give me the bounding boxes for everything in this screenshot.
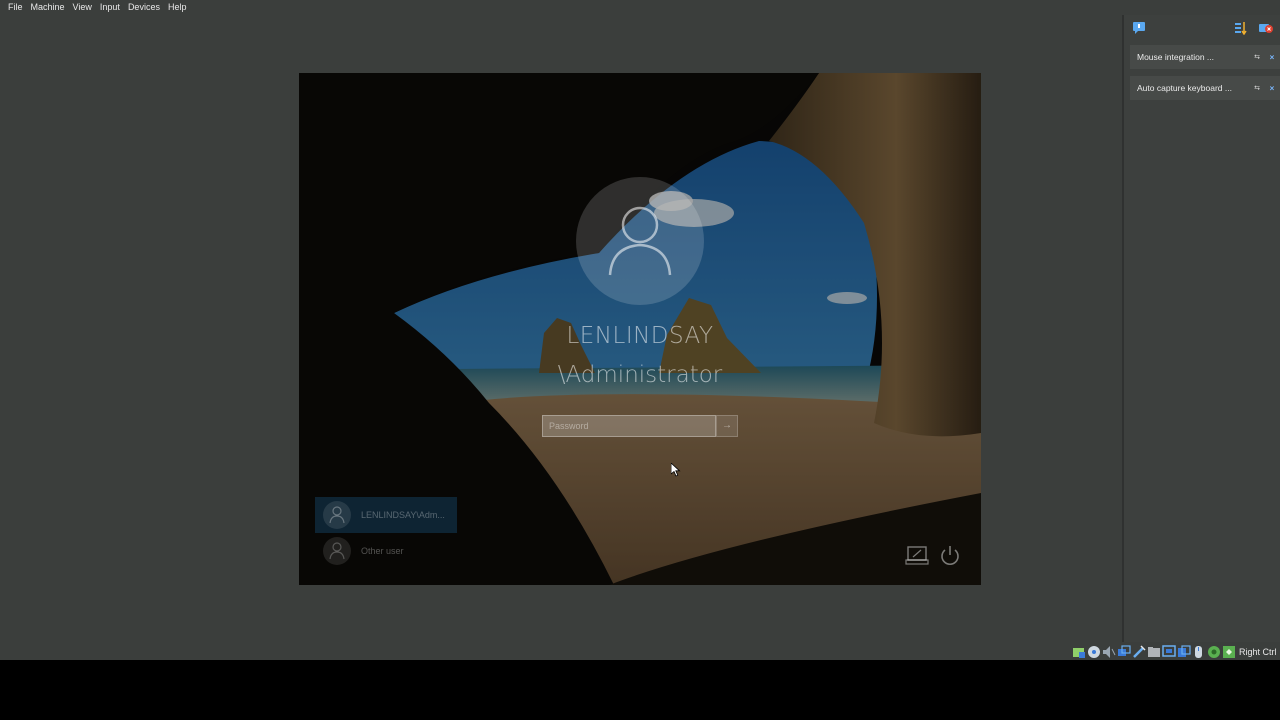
guest-display[interactable]: LENLINDSAY \Administrator Password → LEN…: [299, 73, 981, 585]
login-account: \Administrator: [557, 362, 723, 388]
notification-mouse-integration[interactable]: Mouse integration ... ⇆ ×: [1130, 45, 1280, 69]
menu-bar: File Machine View Input Devices Help: [0, 0, 1122, 15]
notification-text: Mouse integration ...: [1137, 52, 1215, 62]
password-input[interactable]: Password: [542, 415, 716, 437]
menu-view[interactable]: View: [69, 0, 96, 15]
notification-auto-capture-keyboard[interactable]: Auto capture keyboard ... ⇆ ×: [1130, 76, 1280, 100]
clear-all-icon[interactable]: [1258, 21, 1274, 35]
sort-icon[interactable]: [1234, 21, 1248, 35]
notification-close-button[interactable]: ×: [1264, 84, 1280, 93]
shared-folders-icon[interactable]: [1147, 645, 1161, 659]
menu-input[interactable]: Input: [96, 0, 124, 15]
recording-icon[interactable]: [1177, 645, 1191, 659]
user-tile-other-user[interactable]: Other user: [315, 533, 457, 569]
usb-icon[interactable]: [1132, 645, 1146, 659]
login-username: LENLINDSAY: [566, 323, 714, 349]
keyboard-capture-icon[interactable]: [1222, 645, 1236, 659]
host-key-label: Right Ctrl: [1239, 647, 1277, 657]
user-avatar-icon: [576, 177, 704, 305]
display-icon[interactable]: [1162, 645, 1176, 659]
audio-icon[interactable]: [1102, 645, 1116, 659]
notification-pin-icon[interactable]: ⇆: [1250, 84, 1264, 92]
notification-panel: Mouse integration ... ⇆ × Auto capture k…: [1122, 15, 1280, 642]
mouse-cursor-icon: [671, 463, 681, 477]
virtual-machine-window: File Machine View Input Devices Help LEN…: [0, 0, 1280, 660]
user-tile-administrator[interactable]: LENLINDSAY\Adm...: [315, 497, 457, 533]
power-icon[interactable]: [939, 545, 961, 567]
submit-arrow-button[interactable]: →: [716, 415, 738, 437]
user-tile-avatar-icon: [323, 537, 351, 565]
message-icon[interactable]: [1132, 21, 1146, 35]
user-tile-label: Other user: [361, 546, 404, 556]
notification-close-button[interactable]: ×: [1264, 53, 1280, 62]
notification-text: Auto capture keyboard ...: [1137, 83, 1232, 93]
network-adapter-icon[interactable]: [1117, 645, 1131, 659]
mouse-integration-icon[interactable]: [1192, 645, 1206, 659]
network-icon[interactable]: [905, 545, 929, 567]
user-tile-label: LENLINDSAY\Adm...: [361, 510, 445, 520]
status-bar: Right Ctrl: [1072, 644, 1280, 660]
hard-disk-icon[interactable]: [1072, 645, 1086, 659]
notification-pin-icon[interactable]: ⇆: [1250, 53, 1264, 61]
menu-devices[interactable]: Devices: [124, 0, 164, 15]
menu-help[interactable]: Help: [164, 0, 191, 15]
optical-drive-icon[interactable]: [1087, 645, 1101, 659]
user-tile-avatar-icon: [323, 501, 351, 529]
menu-machine[interactable]: Machine: [27, 0, 69, 15]
host-black-area: [0, 660, 1280, 720]
cpu-icon[interactable]: [1207, 645, 1221, 659]
menu-file[interactable]: File: [4, 0, 27, 15]
